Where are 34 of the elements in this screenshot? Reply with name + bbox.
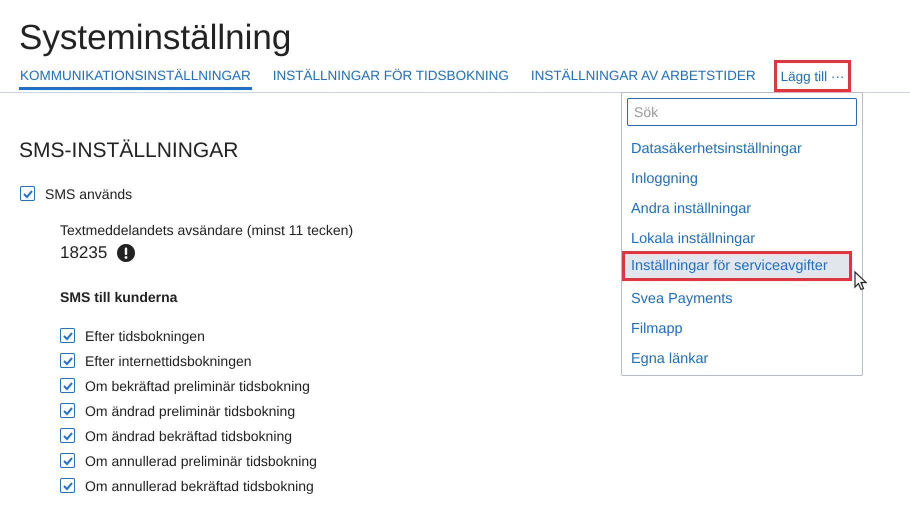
menu-item[interactable]: Inloggning	[622, 161, 862, 191]
tab[interactable]: KOMMUNIKATIONSINSTÄLLNINGAR	[19, 66, 252, 90]
page-title: Systeminställning	[18, 17, 292, 59]
add-tab[interactable]: Lägg till ···	[774, 60, 852, 92]
tab[interactable]: INSTÄLLNINGAR FÖR TIDSBOKNING	[272, 66, 510, 90]
checkbox-label: Om annullerad bekräftad tidsbokning	[85, 478, 314, 494]
checkbox-label: Efter tidsbokningen	[85, 328, 205, 344]
menu-item[interactable]: Inställningar för serviceavgifter	[622, 251, 852, 281]
checkbox[interactable]	[60, 378, 75, 393]
menu-item[interactable]: Svea Payments	[622, 281, 862, 311]
search-field[interactable]: Sök	[627, 98, 857, 126]
menu-item[interactable]: Datasäkerhetsinställningar	[622, 131, 862, 161]
checkbox-label: Om ändrad preliminär tidsbokning	[85, 402, 296, 418]
checkbox[interactable]	[60, 478, 75, 493]
checkbox-label: Om bekräftad preliminär tidsbokning	[85, 378, 310, 394]
menu-item[interactable]: Egna länkar	[622, 341, 862, 371]
tab[interactable]: INSTÄLLNINGAR AV ARBETSTIDER	[530, 66, 757, 90]
checkbox[interactable]	[60, 328, 75, 343]
checkbox[interactable]	[60, 403, 75, 418]
checkbox[interactable]	[60, 353, 75, 368]
checkbox[interactable]	[60, 453, 75, 468]
menu-item[interactable]: Andra inställningar	[622, 191, 862, 221]
menu-item[interactable]: Lokala inställningar	[622, 221, 862, 251]
menu-item[interactable]: Filmapp	[622, 311, 862, 341]
checkbox-label: Efter internettidsbokningen	[85, 352, 252, 368]
checkbox-label: SMS används	[45, 186, 132, 202]
checkbox[interactable]	[20, 186, 35, 201]
field-label: Textmeddelandets avsändare (minst 11 tecken)	[60, 222, 354, 238]
checkbox[interactable]	[60, 428, 75, 443]
section-heading: SMS-INSTÄLLNINGAR	[19, 139, 238, 163]
checkbox-label: Om annullerad preliminär tidsbokning	[85, 452, 317, 468]
subheading: SMS till kunderna	[60, 289, 178, 305]
checkbox-label: Om ändrad bekräftad tidsbokning	[85, 428, 292, 444]
sender-value: 18235	[60, 243, 108, 263]
